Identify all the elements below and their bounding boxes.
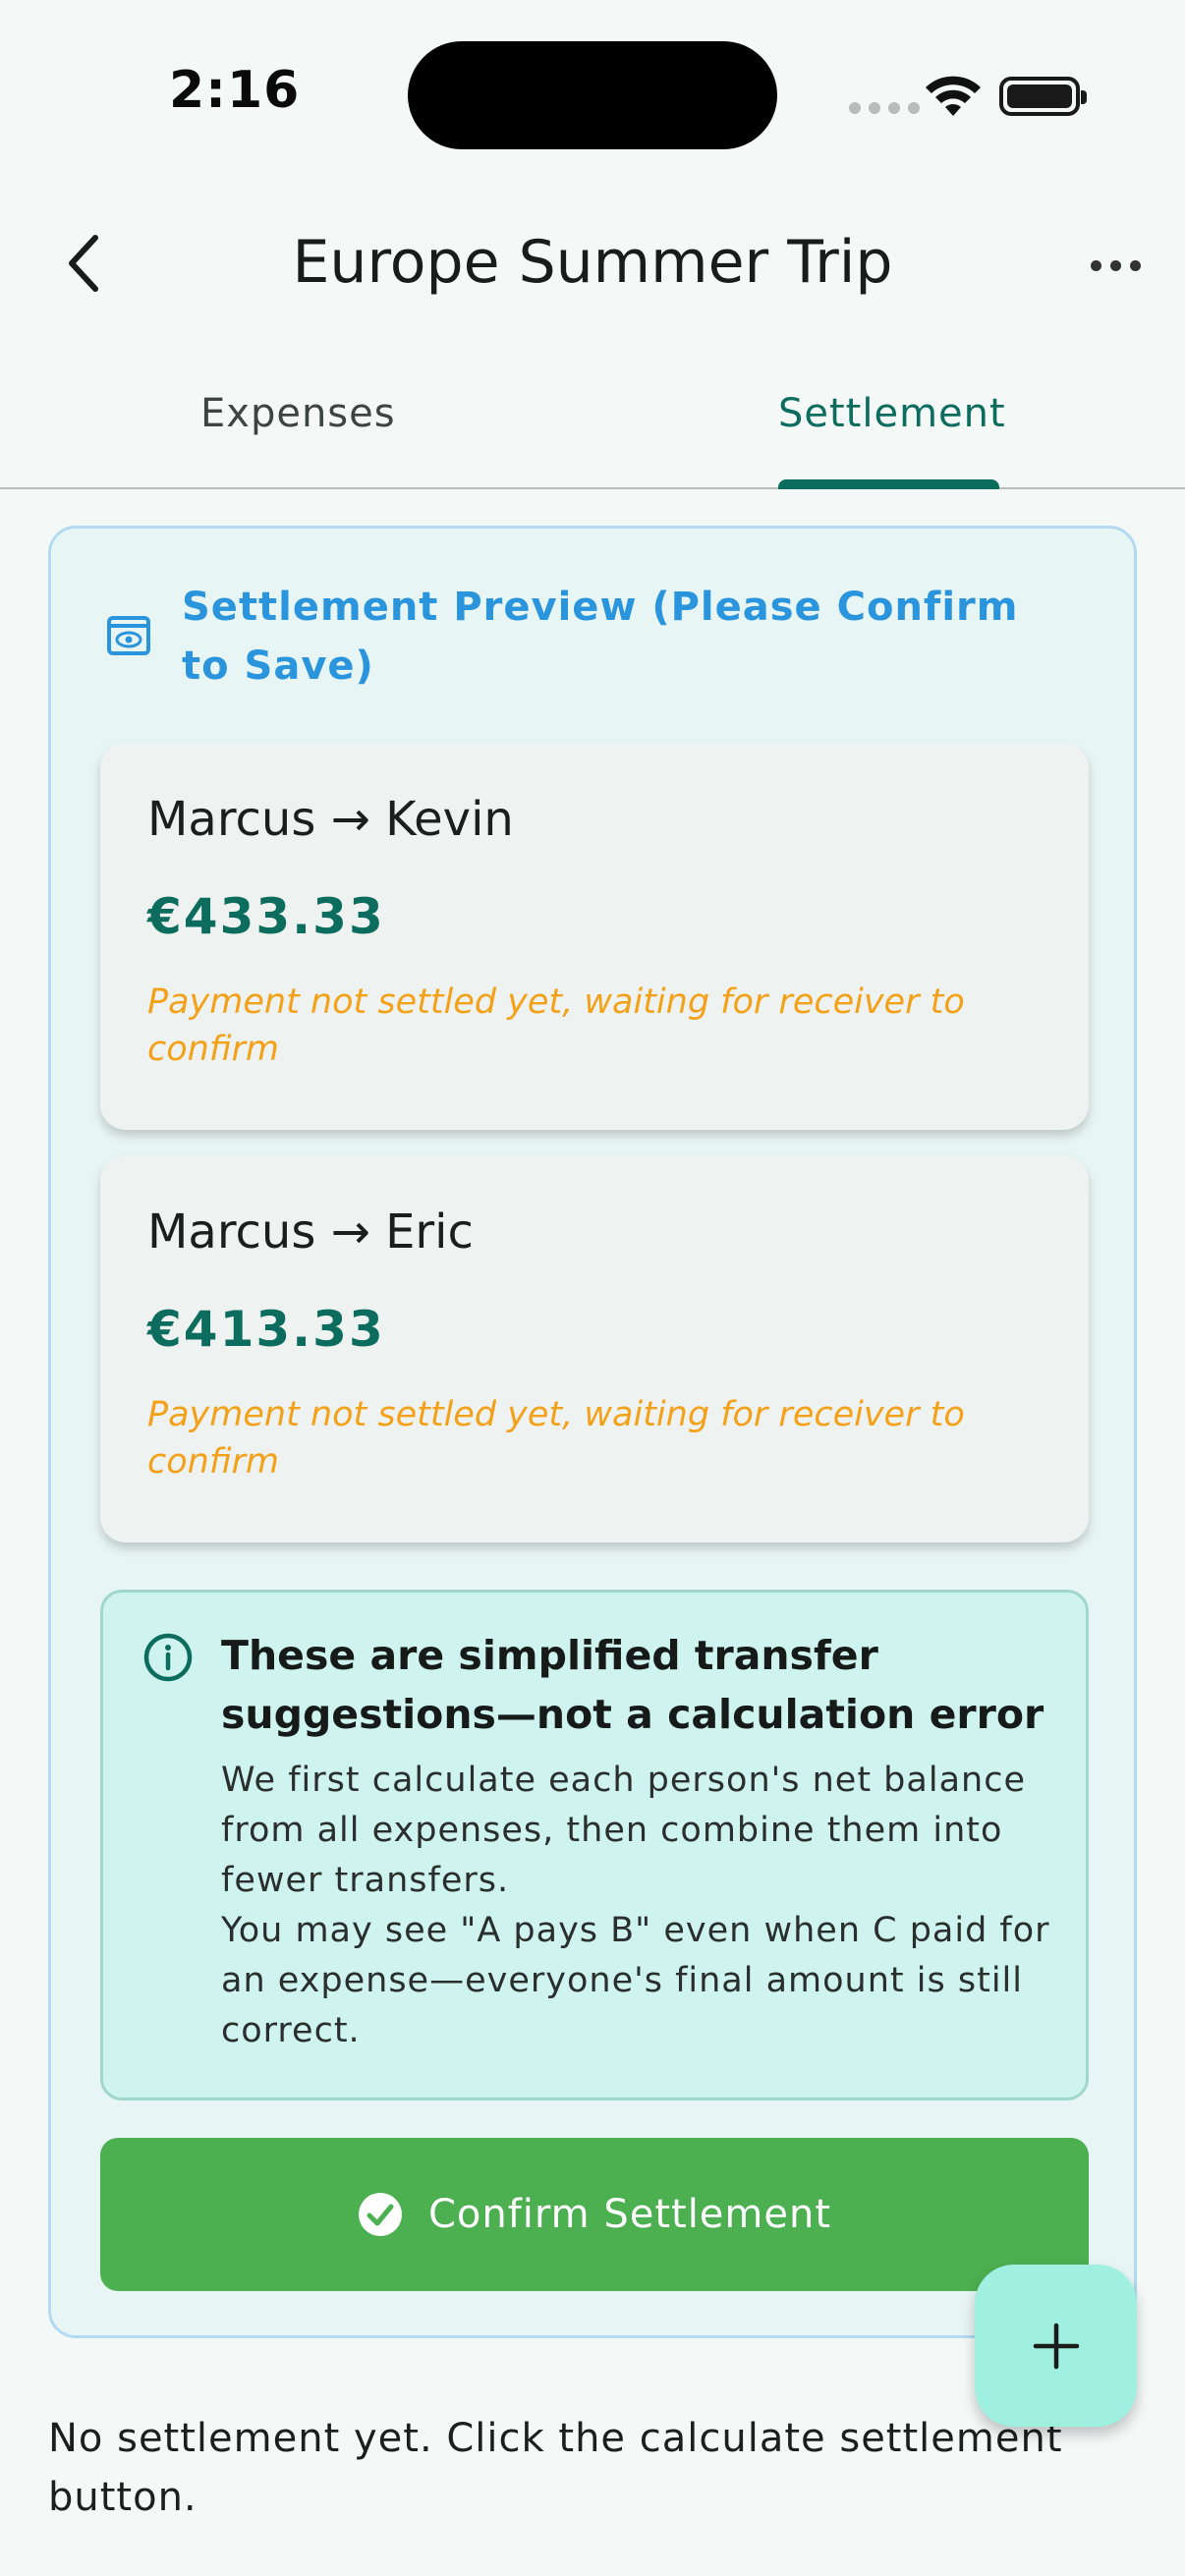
page-title: Europe Summer Trip: [292, 228, 893, 297]
info-title: These are simplified transfer suggestion…: [221, 1632, 1044, 1738]
confirm-settlement-label: Confirm Settlement: [427, 2192, 832, 2237]
plus-icon: [1033, 2323, 1079, 2369]
tab-settlement[interactable]: Settlement: [778, 391, 1006, 436]
info-line: We first calculate each person's net bal…: [221, 1761, 1026, 1900]
transfer-status: Payment not settled yet, waiting for rec…: [147, 1395, 965, 1482]
cellular-signal-icon: [849, 102, 920, 114]
more-icon: [1090, 259, 1101, 271]
wifi-icon: [926, 76, 981, 116]
eye-icon: [107, 616, 150, 655]
info-box: These are simplified transfer suggestion…: [100, 1590, 1089, 2100]
preview-title: Settlement Preview (Please Confirm to Sa…: [182, 585, 1019, 689]
info-icon: [143, 1633, 193, 1682]
settlement-preview-panel: Settlement Preview (Please Confirm to Sa…: [48, 526, 1137, 2338]
tab-expenses[interactable]: Expenses: [200, 391, 396, 436]
transfer-amount: €413.33: [147, 1301, 385, 1358]
check-circle-icon: [358, 2193, 402, 2236]
dynamic-island: [408, 41, 777, 149]
empty-settlement-message: No settlement yet. Click the calculate s…: [48, 2416, 1063, 2520]
screen: 2:16 Europe Summer Trip Expenses Settlem…: [0, 0, 1185, 2576]
transfer-names: Marcus → Kevin: [147, 792, 514, 847]
transfer-card[interactable]: Marcus → Kevin €433.33 Payment not settl…: [100, 743, 1089, 1130]
tab-indicator: [778, 479, 999, 489]
info-line: You may see "A pays B" even when C paid …: [221, 1911, 1050, 2050]
more-options-button[interactable]: [1081, 246, 1150, 285]
confirm-settlement-button[interactable]: Confirm Settlement: [100, 2138, 1089, 2291]
info-body: We first calculate each person's net bal…: [221, 1756, 1066, 2056]
tab-bar: Expenses Settlement: [0, 354, 1185, 489]
battery-icon: [999, 77, 1087, 116]
transfer-card[interactable]: Marcus → Eric €413.33 Payment not settle…: [100, 1155, 1089, 1542]
status-time: 2:16: [169, 61, 301, 120]
transfer-status: Payment not settled yet, waiting for rec…: [147, 982, 965, 1069]
transfer-names: Marcus → Eric: [147, 1204, 474, 1260]
transfer-amount: €433.33: [147, 888, 385, 945]
add-expense-fab[interactable]: [975, 2265, 1137, 2427]
